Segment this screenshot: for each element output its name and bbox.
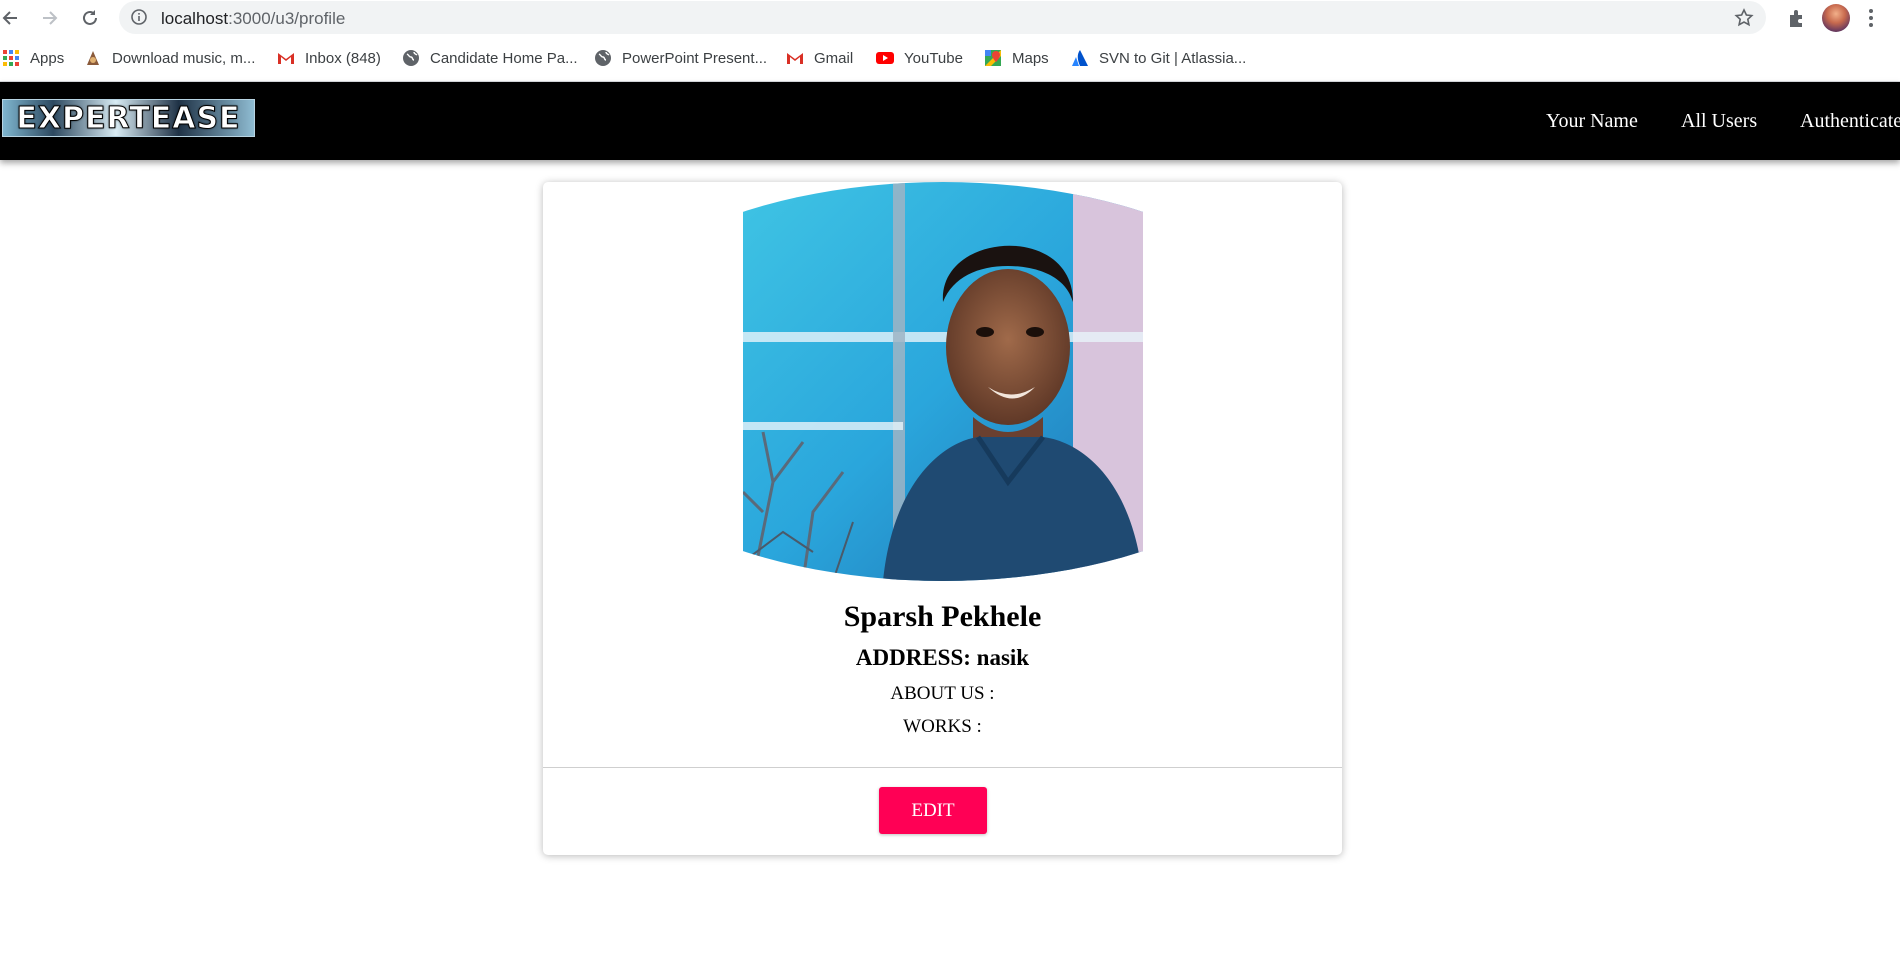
atlassian-icon: [1072, 50, 1088, 66]
profile-address: ADDRESS: nasik: [855, 645, 1030, 670]
expertease-logo[interactable]: EXPERTEASE: [2, 99, 255, 137]
bookmark-label: PowerPoint Present...: [622, 49, 768, 67]
bookmark-label: Apps: [30, 49, 65, 67]
nav-authenticate[interactable]: Authenticate: [1800, 110, 1900, 133]
globe-icon: [595, 50, 611, 66]
app-navbar: EXPERTEASE Your Name All Users Authentic…: [0, 82, 1900, 160]
nav-your-name[interactable]: Your Name: [1546, 110, 1638, 133]
reload-icon[interactable]: [77, 5, 103, 31]
gmail-icon: [278, 53, 294, 64]
bookmarks-bar: Apps Download music, m... Inbox (848) Ca…: [0, 35, 1900, 82]
forward-arrow-icon[interactable]: [37, 5, 63, 31]
bookmark-apps[interactable]: Apps: [2, 47, 64, 69]
bookmark-svn-to-git[interactable]: SVN to Git | Atlassia...: [1071, 47, 1246, 69]
url-text[interactable]: localhost:3000/u3/profile: [161, 9, 345, 29]
bookmark-label: Download music, m...: [112, 49, 256, 67]
bookmark-gmail[interactable]: Gmail: [786, 47, 853, 69]
url-host: localhost: [161, 9, 229, 28]
bookmark-label: YouTube: [904, 49, 963, 67]
edit-button[interactable]: EDIT: [879, 787, 987, 834]
back-arrow-icon[interactable]: [0, 5, 23, 31]
music-download-icon: [87, 51, 99, 65]
profile-works: WORKS :: [903, 716, 982, 737]
extensions-puzzle-icon[interactable]: [1786, 7, 1808, 29]
bookmark-star-icon[interactable]: [1734, 8, 1754, 28]
profile-name: Sparsh Pekhele: [843, 600, 1042, 633]
bookmark-label: Inbox (848): [305, 49, 381, 67]
bookmark-download-music[interactable]: Download music, m...: [84, 47, 255, 69]
apps-grid-icon: [3, 50, 19, 66]
address-bar[interactable]: localhost:3000/u3/profile: [119, 1, 1766, 34]
logo-text: EXPERTEASE: [16, 100, 241, 136]
info-icon[interactable]: [131, 9, 147, 25]
gmail-icon: [787, 53, 803, 64]
browser-profile-avatar[interactable]: [1822, 4, 1850, 32]
bookmark-candidate-home[interactable]: Candidate Home Pa...: [402, 47, 578, 69]
browser-toolbar: localhost:3000/u3/profile: [0, 0, 1900, 35]
bookmark-maps[interactable]: Maps: [984, 47, 1049, 69]
nav-all-users[interactable]: All Users: [1681, 110, 1757, 133]
card-divider: [543, 767, 1342, 768]
bookmark-label: Gmail: [814, 49, 854, 67]
profile-about: ABOUT US :: [890, 683, 995, 704]
profile-card: Sparsh Pekhele ADDRESS: nasik ABOUT US :…: [543, 182, 1342, 855]
url-path: :3000/u3/profile: [228, 9, 346, 28]
bookmark-powerpoint[interactable]: PowerPoint Present...: [594, 47, 767, 69]
bookmark-label: Candidate Home Pa...: [430, 49, 578, 67]
bookmark-label: Maps: [1012, 49, 1049, 67]
profile-photo: [743, 182, 1143, 581]
more-vert-icon[interactable]: [1867, 7, 1875, 29]
bookmark-inbox[interactable]: Inbox (848): [277, 47, 381, 69]
bookmark-label: SVN to Git | Atlassia...: [1099, 49, 1247, 67]
maps-icon: [985, 50, 1001, 66]
bookmark-youtube[interactable]: YouTube: [876, 47, 963, 69]
youtube-icon: [876, 52, 894, 64]
globe-icon: [403, 50, 419, 66]
